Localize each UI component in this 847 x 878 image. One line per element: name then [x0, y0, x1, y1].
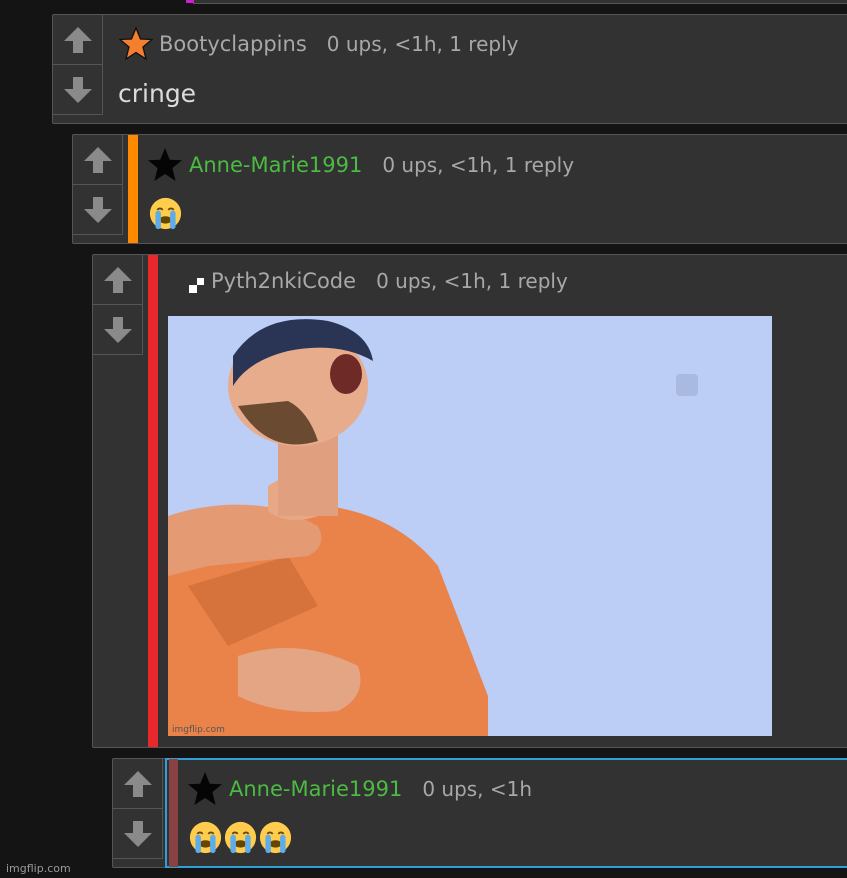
- upvote-button[interactable]: [53, 15, 103, 65]
- comment-2: Anne-Marie1991 0 ups, <1h, 1 reply: [72, 134, 847, 244]
- downvote-button[interactable]: [93, 305, 143, 355]
- vote-controls: [93, 255, 145, 355]
- arrow-down-icon: [103, 316, 132, 343]
- comment-text: [189, 821, 294, 854]
- arrow-down-icon: [63, 76, 92, 103]
- image-watermark: imgflip.com: [172, 725, 225, 735]
- comment-author[interactable]: Bootyclappins: [159, 32, 307, 56]
- comment-text: cringe: [118, 79, 197, 108]
- arrow-up-icon: [63, 26, 92, 53]
- arrow-up-icon: [123, 770, 152, 797]
- previous-comment-bar: [186, 0, 194, 3]
- comment-meta: 0 ups, <1h, 1 reply: [376, 269, 568, 293]
- comment-author[interactable]: Anne-Marie1991: [189, 153, 362, 177]
- orange-star-icon: [119, 27, 153, 61]
- upvote-button[interactable]: [93, 255, 143, 305]
- comment-4: Anne-Marie1991 0 ups, <1h: [112, 758, 847, 868]
- site-watermark: imgflip.com: [6, 862, 71, 875]
- comment-3: Pyth2nkiCode 0 ups, <1h, 1 reply imgflip…: [92, 254, 847, 748]
- vote-controls: [73, 135, 125, 235]
- crying-face-emoji: [259, 821, 292, 854]
- upvote-button[interactable]: [73, 135, 123, 185]
- laughing-man-pointing-image: imgflip.com: [168, 316, 772, 736]
- pixel-icon: [189, 278, 204, 293]
- downvote-button[interactable]: [73, 185, 123, 235]
- comment-author[interactable]: Pyth2nkiCode: [211, 269, 356, 293]
- crying-face-emoji: [149, 197, 182, 230]
- crying-face-emoji: [189, 821, 222, 854]
- thread-depth-bar: [128, 135, 138, 243]
- thread-depth-bar: [169, 759, 178, 867]
- comment-meta: 0 ups, <1h: [422, 777, 533, 801]
- crying-face-emoji: [224, 821, 257, 854]
- thread-depth-bar: [148, 255, 158, 747]
- previous-comment: [186, 0, 847, 4]
- comment-meta: 0 ups, <1h, 1 reply: [382, 153, 575, 177]
- vote-controls: [53, 15, 105, 115]
- upvote-button[interactable]: [113, 759, 163, 809]
- downvote-button[interactable]: [113, 809, 163, 859]
- arrow-up-icon: [83, 146, 112, 173]
- black-star-icon: [188, 772, 222, 805]
- arrow-up-icon: [103, 266, 132, 293]
- comment-author[interactable]: Anne-Marie1991: [229, 777, 402, 801]
- black-star-icon: [148, 148, 182, 181]
- comment-meta: 0 ups, <1h, 1 reply: [326, 32, 519, 56]
- vote-controls: [113, 759, 165, 859]
- comment-text: [149, 197, 184, 230]
- comment-1: Bootyclappins 0 ups, <1h, 1 reply cringe: [52, 14, 847, 124]
- arrow-down-icon: [83, 196, 112, 223]
- downvote-button[interactable]: [53, 65, 103, 115]
- comment-image[interactable]: imgflip.com: [168, 316, 772, 736]
- arrow-down-icon: [123, 820, 152, 847]
